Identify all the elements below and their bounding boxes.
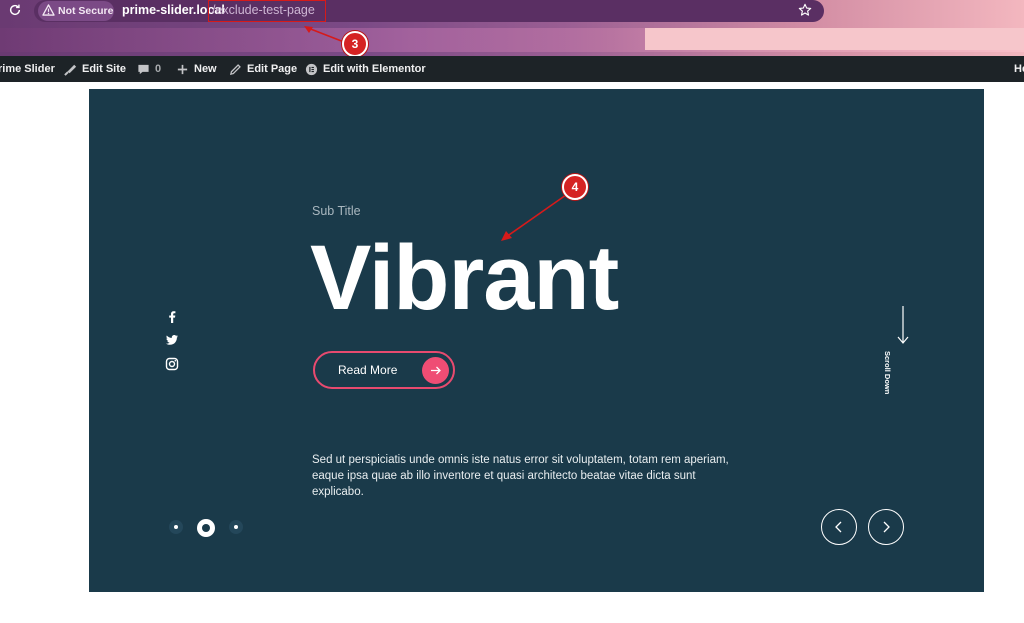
facebook-icon[interactable]: [165, 310, 179, 324]
slide-dot-1[interactable]: [169, 520, 183, 534]
read-more-button[interactable]: Read More: [313, 351, 455, 389]
instagram-icon[interactable]: [165, 357, 179, 371]
scroll-down-label[interactable]: Scroll Down: [883, 351, 892, 451]
admin-bar-account[interactable]: He: [1014, 56, 1024, 82]
chevron-right-icon: [883, 521, 890, 533]
annotation-arrow-4: [501, 194, 567, 241]
pencil-icon: [229, 63, 241, 75]
brush-icon: [64, 64, 77, 76]
chevron-left-icon: [835, 521, 842, 533]
scroll-down-arrow-icon[interactable]: [895, 304, 911, 399]
admin-bar-edit-elementor[interactable]: Edit with Elementor: [305, 56, 426, 82]
admin-bar-new[interactable]: New: [176, 56, 217, 82]
admin-bar-site-name[interactable]: rime Slider: [0, 56, 55, 82]
admin-bar-edit-page[interactable]: Edit Page: [229, 56, 297, 82]
reload-icon[interactable]: [8, 3, 22, 17]
admin-bar-comments[interactable]: 0: [137, 56, 161, 82]
annotation-badge-3: 3: [342, 31, 368, 57]
prev-slide-button[interactable]: [821, 509, 857, 545]
wp-admin-bar: rime Slider Edit Site 0 New Edit Page Ed…: [0, 56, 1024, 82]
comments-count: 0: [155, 63, 162, 75]
comment-icon: [138, 64, 149, 74]
screenshot-root: Not Secure prime-slider.local /exclude-t…: [0, 0, 1024, 623]
next-slide-button[interactable]: [868, 509, 904, 545]
slide-subtitle: Sub Title: [312, 204, 361, 218]
admin-bar-edit-site[interactable]: Edit Site: [64, 56, 126, 82]
edit-site-label: Edit Site: [82, 63, 127, 75]
not-secure-label: Not Secure: [58, 5, 114, 17]
slide-dot-3[interactable]: [229, 520, 243, 534]
annotation-highlight-box: [208, 0, 326, 22]
plus-icon: [177, 64, 188, 74]
elementor-icon: [305, 63, 318, 75]
read-more-label: Read More: [338, 363, 398, 377]
slide-title: Vibrant: [310, 227, 619, 329]
account-label-truncated: He: [1014, 63, 1024, 75]
browser-toolbar: Not Secure prime-slider.local /exclude-t…: [0, 0, 1024, 56]
edit-elementor-label: Edit with Elementor: [323, 63, 426, 75]
arrow-right-circle: [422, 357, 449, 384]
site-name-label: rime Slider: [0, 63, 55, 75]
bookmark-star-icon[interactable]: [798, 3, 812, 17]
warning-icon: [42, 4, 55, 16]
annotation-badge-4: 4: [562, 174, 588, 200]
arrow-right-icon: [431, 366, 441, 375]
edit-page-label: Edit Page: [247, 63, 298, 75]
twitter-icon[interactable]: [165, 333, 179, 347]
hero-slider: Sub Title Vibrant Read More Sed ut persp…: [89, 89, 984, 592]
new-label: New: [194, 63, 217, 75]
slide-dot-2-active[interactable]: [197, 519, 215, 537]
slide-description: Sed ut perspiciatis unde omnis iste natu…: [312, 454, 729, 498]
